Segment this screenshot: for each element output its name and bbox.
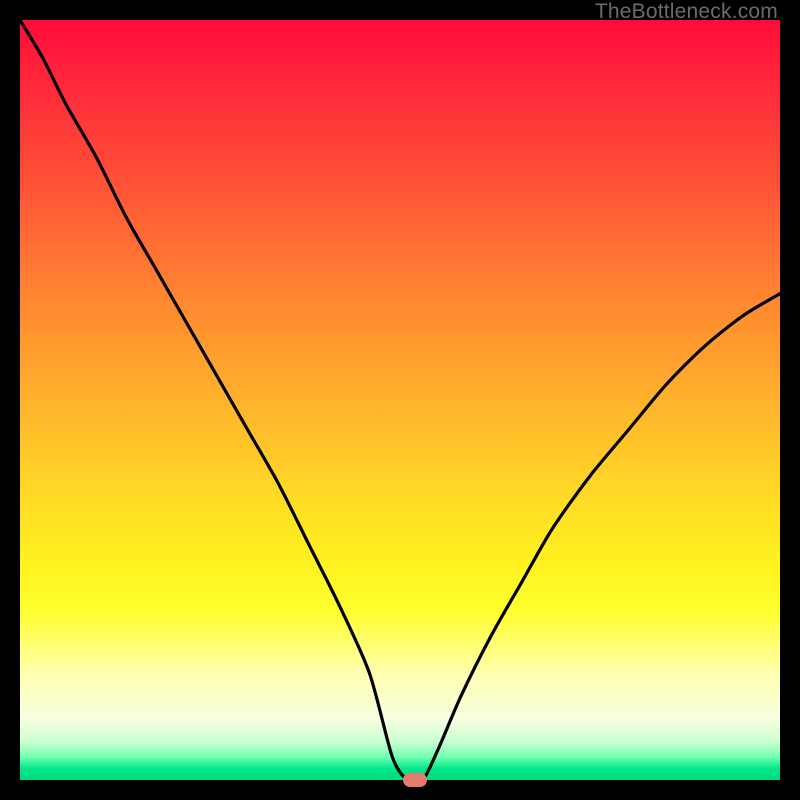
watermark-text: TheBottleneck.com <box>595 0 778 24</box>
bottleneck-curve <box>20 20 780 780</box>
curve-path <box>20 20 780 783</box>
minimum-marker-icon <box>403 773 427 787</box>
chart-frame: TheBottleneck.com <box>0 0 800 800</box>
